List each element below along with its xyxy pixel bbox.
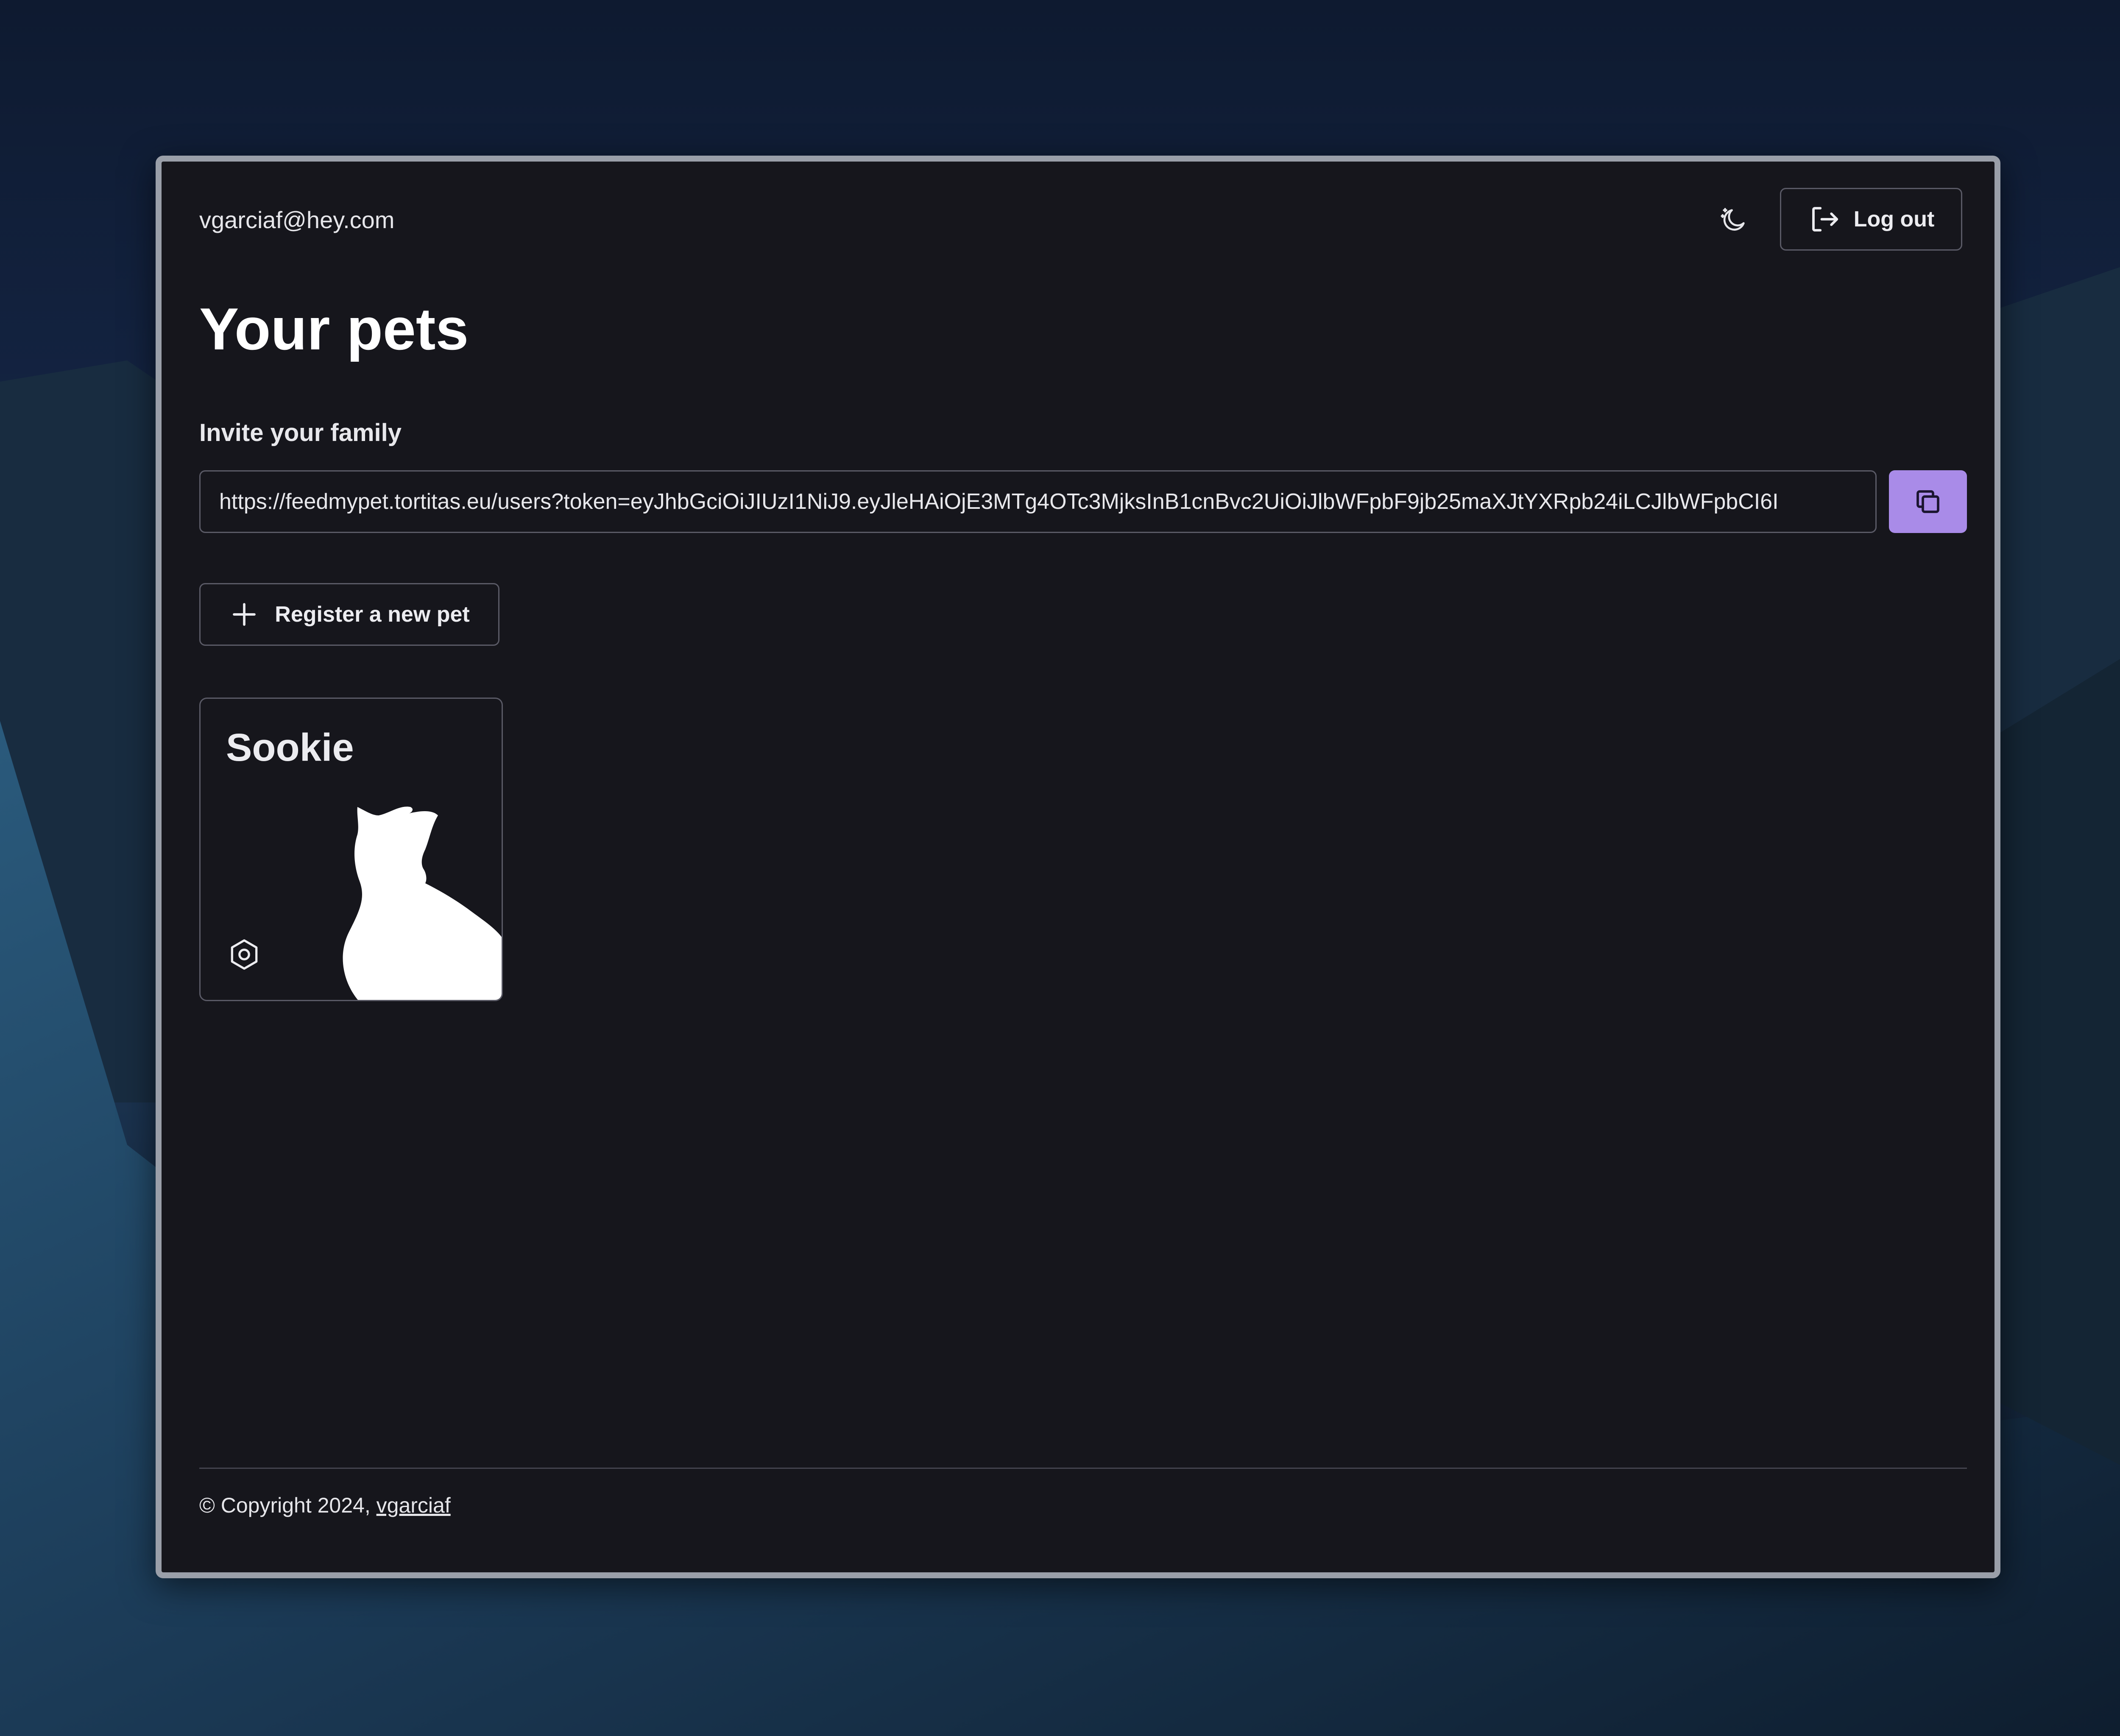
author-link[interactable]: vgarciaf — [377, 1493, 451, 1517]
cat-silhouette-icon — [343, 807, 502, 1000]
footer: © Copyright 2024, vgarciaf — [199, 1490, 451, 1520]
logout-icon — [1812, 207, 1838, 232]
logout-label: Log out — [1853, 207, 1935, 232]
copyright-text: © Copyright 2024, — [199, 1493, 377, 1517]
pet-card[interactable]: Sookie — [199, 698, 503, 1001]
pet-name: Sookie — [226, 726, 354, 769]
logout-button[interactable]: Log out — [1780, 188, 1962, 251]
gear-icon — [231, 939, 258, 970]
copy-url-button[interactable] — [1889, 470, 1967, 533]
plus-icon — [233, 603, 256, 626]
footer-divider — [199, 1468, 1967, 1469]
invite-url-field[interactable] — [199, 470, 1877, 533]
invite-label: Invite your family — [199, 419, 402, 447]
copy-icon — [1916, 490, 1939, 513]
page-title: Your pets — [199, 296, 469, 362]
theme-toggle-button[interactable] — [1718, 204, 1750, 236]
app-window: vgarciaf@hey.com Log out Your pets Invit… — [156, 156, 2000, 1578]
register-pet-button[interactable]: Register a new pet — [199, 583, 499, 646]
pet-settings-button[interactable] — [225, 935, 263, 974]
register-pet-label: Register a new pet — [275, 602, 470, 627]
user-email: vgarciaf@hey.com — [199, 207, 395, 233]
moon-sparkle-icon — [1721, 208, 1745, 231]
